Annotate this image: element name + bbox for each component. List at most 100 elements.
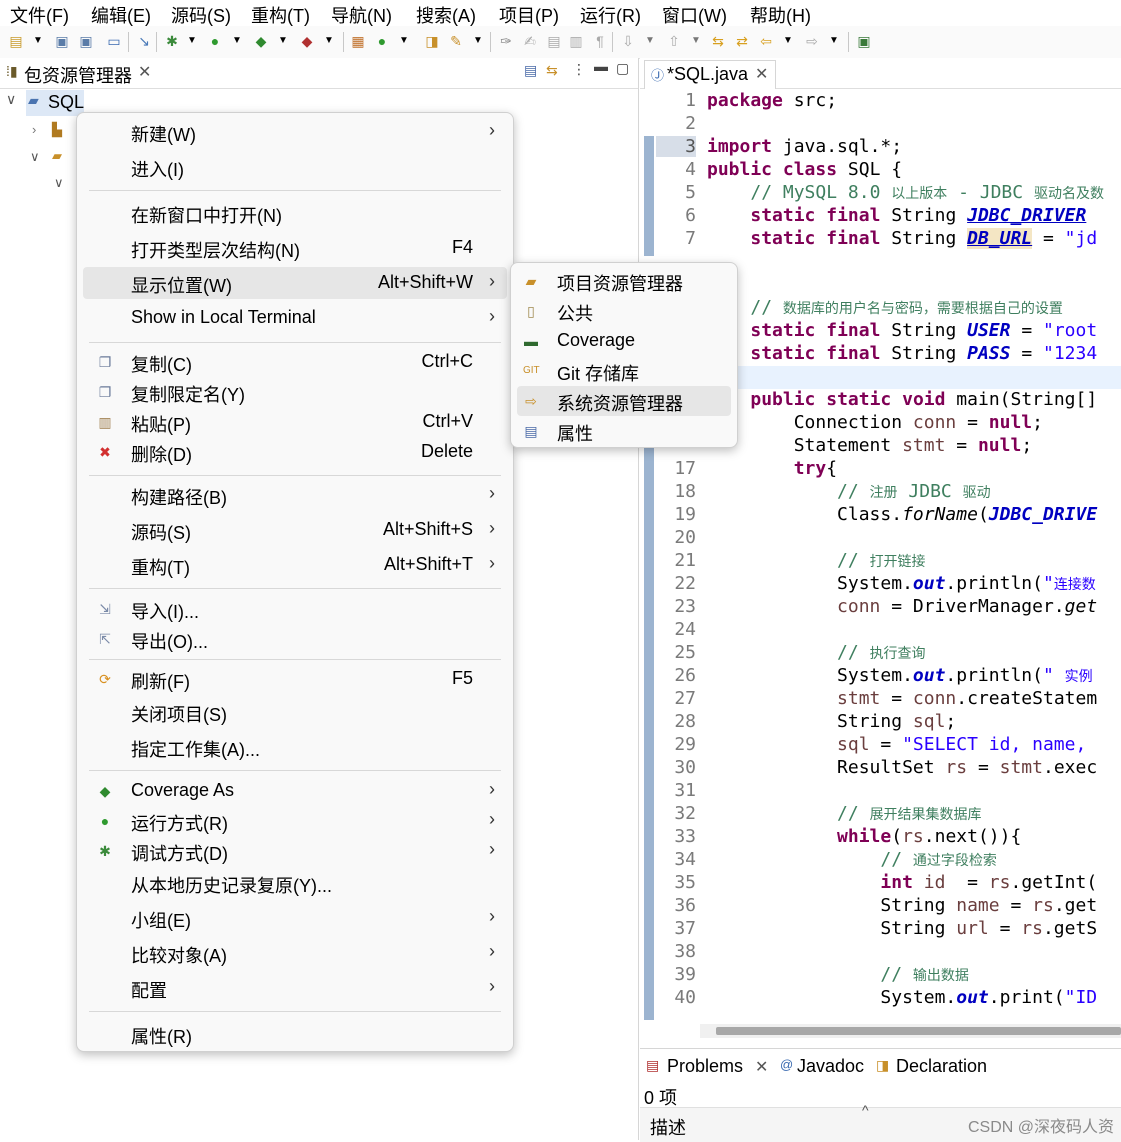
search-icon[interactable]: ✎ bbox=[448, 33, 464, 49]
menu-item-debug-as[interactable]: ✱ 调试方式(D) › bbox=[83, 836, 507, 866]
dropdown-icon[interactable]: ▼ bbox=[30, 33, 46, 49]
chevron-right-icon[interactable]: › bbox=[32, 122, 36, 137]
menu-refactor[interactable]: 重构(T) bbox=[251, 2, 310, 28]
new-java-project-icon[interactable]: ▦ bbox=[350, 33, 366, 49]
menu-edit[interactable]: 编辑(E) bbox=[91, 2, 151, 28]
menu-run[interactable]: 运行(R) bbox=[580, 2, 641, 28]
dropdown-icon[interactable]: ▼ bbox=[321, 33, 337, 49]
menu-item-new[interactable]: 新建(W) › bbox=[83, 117, 507, 147]
prev-annotation-icon[interactable]: ⇧ bbox=[666, 33, 682, 49]
submenu-item-coverage[interactable]: ▬ Coverage bbox=[517, 326, 731, 356]
dropdown-icon[interactable]: ▼ bbox=[184, 33, 200, 49]
menu-item-build-path[interactable]: 构建路径(B) › bbox=[83, 480, 507, 510]
horizontal-scrollbar[interactable] bbox=[700, 1024, 1121, 1038]
skip-breakpoints-icon[interactable]: ↘ bbox=[136, 33, 152, 49]
dropdown-icon[interactable]: ▼ bbox=[275, 33, 291, 49]
save-all-icon[interactable]: ▣ bbox=[78, 33, 94, 49]
dropdown-icon[interactable]: ▼ bbox=[780, 33, 796, 49]
submenu-item-common[interactable]: ▯ 公共 bbox=[517, 296, 731, 326]
menu-window[interactable]: 窗口(W) bbox=[662, 2, 727, 28]
tab-problems[interactable]: Problems bbox=[667, 1056, 743, 1077]
run-icon[interactable]: ● bbox=[207, 33, 223, 49]
tab-javadoc[interactable]: Javadoc bbox=[797, 1056, 864, 1077]
next-annotation-icon[interactable]: ⇩ bbox=[620, 33, 636, 49]
menu-item-restore-local-history[interactable]: 从本地历史记录复原(Y)... bbox=[83, 868, 507, 898]
tree-item-sql[interactable]: ▰ SQL bbox=[26, 90, 84, 116]
menu-item-properties[interactable]: 属性(R) bbox=[83, 1019, 507, 1049]
external-tools-icon[interactable]: ◆ bbox=[299, 33, 315, 49]
menu-search[interactable]: 搜索(A) bbox=[416, 2, 476, 28]
minimize-icon[interactable]: ▬ bbox=[594, 58, 608, 74]
next-edit-icon[interactable]: ⇄ bbox=[734, 33, 750, 49]
menu-item-run-as[interactable]: ● 运行方式(R) › bbox=[83, 806, 507, 836]
dropdown-icon[interactable]: ▼ bbox=[826, 33, 842, 49]
close-icon[interactable]: ✕ bbox=[138, 62, 151, 82]
open-type-icon[interactable]: ◨ bbox=[424, 33, 440, 49]
editor-tab[interactable]: Ⓙ *SQL.java ✕ bbox=[644, 60, 776, 89]
menu-navigate[interactable]: 导航(N) bbox=[331, 2, 392, 28]
submenu-item-git-repositories[interactable]: GIT Git 存储库 bbox=[517, 356, 731, 386]
menu-source[interactable]: 源码(S) bbox=[171, 2, 231, 28]
close-icon[interactable]: ✕ bbox=[755, 64, 768, 84]
whitespace-icon[interactable]: ▥ bbox=[568, 33, 584, 49]
coverage-icon[interactable]: ◆ bbox=[253, 33, 269, 49]
view-tab-title[interactable]: 包资源管理器 bbox=[24, 62, 132, 88]
code-area[interactable]: 1 package src; 2 3 import java.sql.*; 4 … bbox=[656, 90, 1121, 1020]
new-icon[interactable]: ▤ bbox=[8, 33, 24, 49]
toggle-mark-icon[interactable]: ✑ bbox=[498, 33, 514, 49]
menu-item-team[interactable]: 小组(E) › bbox=[83, 903, 507, 933]
menu-item-source[interactable]: 源码(S) Alt+Shift+S › bbox=[83, 515, 507, 545]
tab-declaration[interactable]: Declaration bbox=[896, 1056, 987, 1077]
dropdown-icon[interactable]: ▼ bbox=[229, 33, 245, 49]
debug-icon[interactable]: ✱ bbox=[164, 33, 180, 49]
new-class-icon[interactable]: ● bbox=[374, 33, 390, 49]
menu-item-export[interactable]: ⇱ 导出(O)... bbox=[83, 624, 507, 654]
menu-item-show-in[interactable]: 显示位置(W) Alt+Shift+W › bbox=[83, 267, 507, 299]
menu-item-configure[interactable]: 配置 › bbox=[83, 973, 507, 1003]
submenu-item-properties[interactable]: ▤ 属性 bbox=[517, 416, 731, 446]
menu-item-go-into[interactable]: 进入(I) bbox=[83, 152, 507, 182]
menu-item-coverage-as[interactable]: ◆ Coverage As › bbox=[83, 776, 507, 806]
back-icon[interactable]: ⇦ bbox=[758, 33, 774, 49]
column-description[interactable]: 描述 bbox=[650, 1114, 686, 1140]
menu-item-close-project[interactable]: 关闭项目(S) bbox=[83, 697, 507, 727]
menu-item-import[interactable]: ⇲ 导入(I)... bbox=[83, 594, 507, 624]
menu-item-open-new-window[interactable]: 在新窗口中打开(N) bbox=[83, 198, 507, 228]
menu-item-refactor[interactable]: 重构(T) Alt+Shift+T › bbox=[83, 550, 507, 580]
menu-item-show-local-terminal[interactable]: Show in Local Terminal › bbox=[83, 303, 507, 333]
menu-item-delete[interactable]: ✖ 删除(D) Delete bbox=[83, 437, 507, 467]
menu-item-refresh[interactable]: ⟳ 刷新(F) F5 bbox=[83, 664, 507, 694]
forward-icon[interactable]: ⇨ bbox=[804, 33, 820, 49]
scrollbar-thumb[interactable] bbox=[716, 1027, 1121, 1035]
pilcrow-icon[interactable]: ¶ bbox=[592, 33, 608, 49]
last-edit-icon[interactable]: ⇆ bbox=[710, 33, 726, 49]
dropdown-icon[interactable]: ▼ bbox=[688, 33, 704, 49]
terminal-icon[interactable]: ▭ bbox=[106, 33, 122, 49]
save-icon[interactable]: ▣ bbox=[54, 33, 70, 49]
menu-item-paste[interactable]: ▥ 粘贴(P) Ctrl+V bbox=[83, 407, 507, 437]
dropdown-icon[interactable]: ▼ bbox=[396, 33, 412, 49]
maximize-icon[interactable]: ▢ bbox=[616, 60, 629, 77]
menu-item-copy[interactable]: ❐ 复制(C) Ctrl+C bbox=[83, 347, 507, 377]
menu-item-copy-qualified[interactable]: ❐ 复制限定名(Y) bbox=[83, 377, 507, 407]
close-icon[interactable]: ✕ bbox=[755, 1057, 768, 1077]
menu-project[interactable]: 项目(P) bbox=[499, 2, 559, 28]
menu-help[interactable]: 帮助(H) bbox=[750, 2, 811, 28]
menu-item-compare-with[interactable]: 比较对象(A) › bbox=[83, 938, 507, 968]
open-perspective-icon[interactable]: ▣ bbox=[856, 33, 872, 49]
menu-item-assign-working-sets[interactable]: 指定工作集(A)... bbox=[83, 732, 507, 762]
sort-up-icon[interactable]: ^ bbox=[862, 1102, 869, 1118]
submenu-item-system-explorer[interactable]: ⇨ 系统资源管理器 bbox=[517, 386, 731, 416]
chevron-down-icon[interactable]: ∨ bbox=[30, 149, 40, 165]
view-menu-icon[interactable]: ⋮ bbox=[572, 61, 586, 78]
submenu-item-project-explorer[interactable]: ▰ 项目资源管理器 bbox=[517, 266, 731, 296]
collapse-all-icon[interactable]: ▤ bbox=[524, 62, 537, 79]
toggle-block-icon[interactable]: ✍ bbox=[522, 33, 538, 49]
menu-item-open-type-hierarchy[interactable]: 打开类型层次结构(N) F4 bbox=[83, 233, 507, 263]
word-wrap-icon[interactable]: ▤ bbox=[546, 33, 562, 49]
chevron-down-icon[interactable]: ∨ bbox=[6, 91, 16, 108]
link-with-editor-icon[interactable]: ⇆ bbox=[546, 62, 558, 79]
dropdown-icon[interactable]: ▼ bbox=[642, 33, 658, 49]
dropdown-icon[interactable]: ▼ bbox=[470, 33, 486, 49]
chevron-down-icon[interactable]: ∨ bbox=[54, 175, 64, 191]
